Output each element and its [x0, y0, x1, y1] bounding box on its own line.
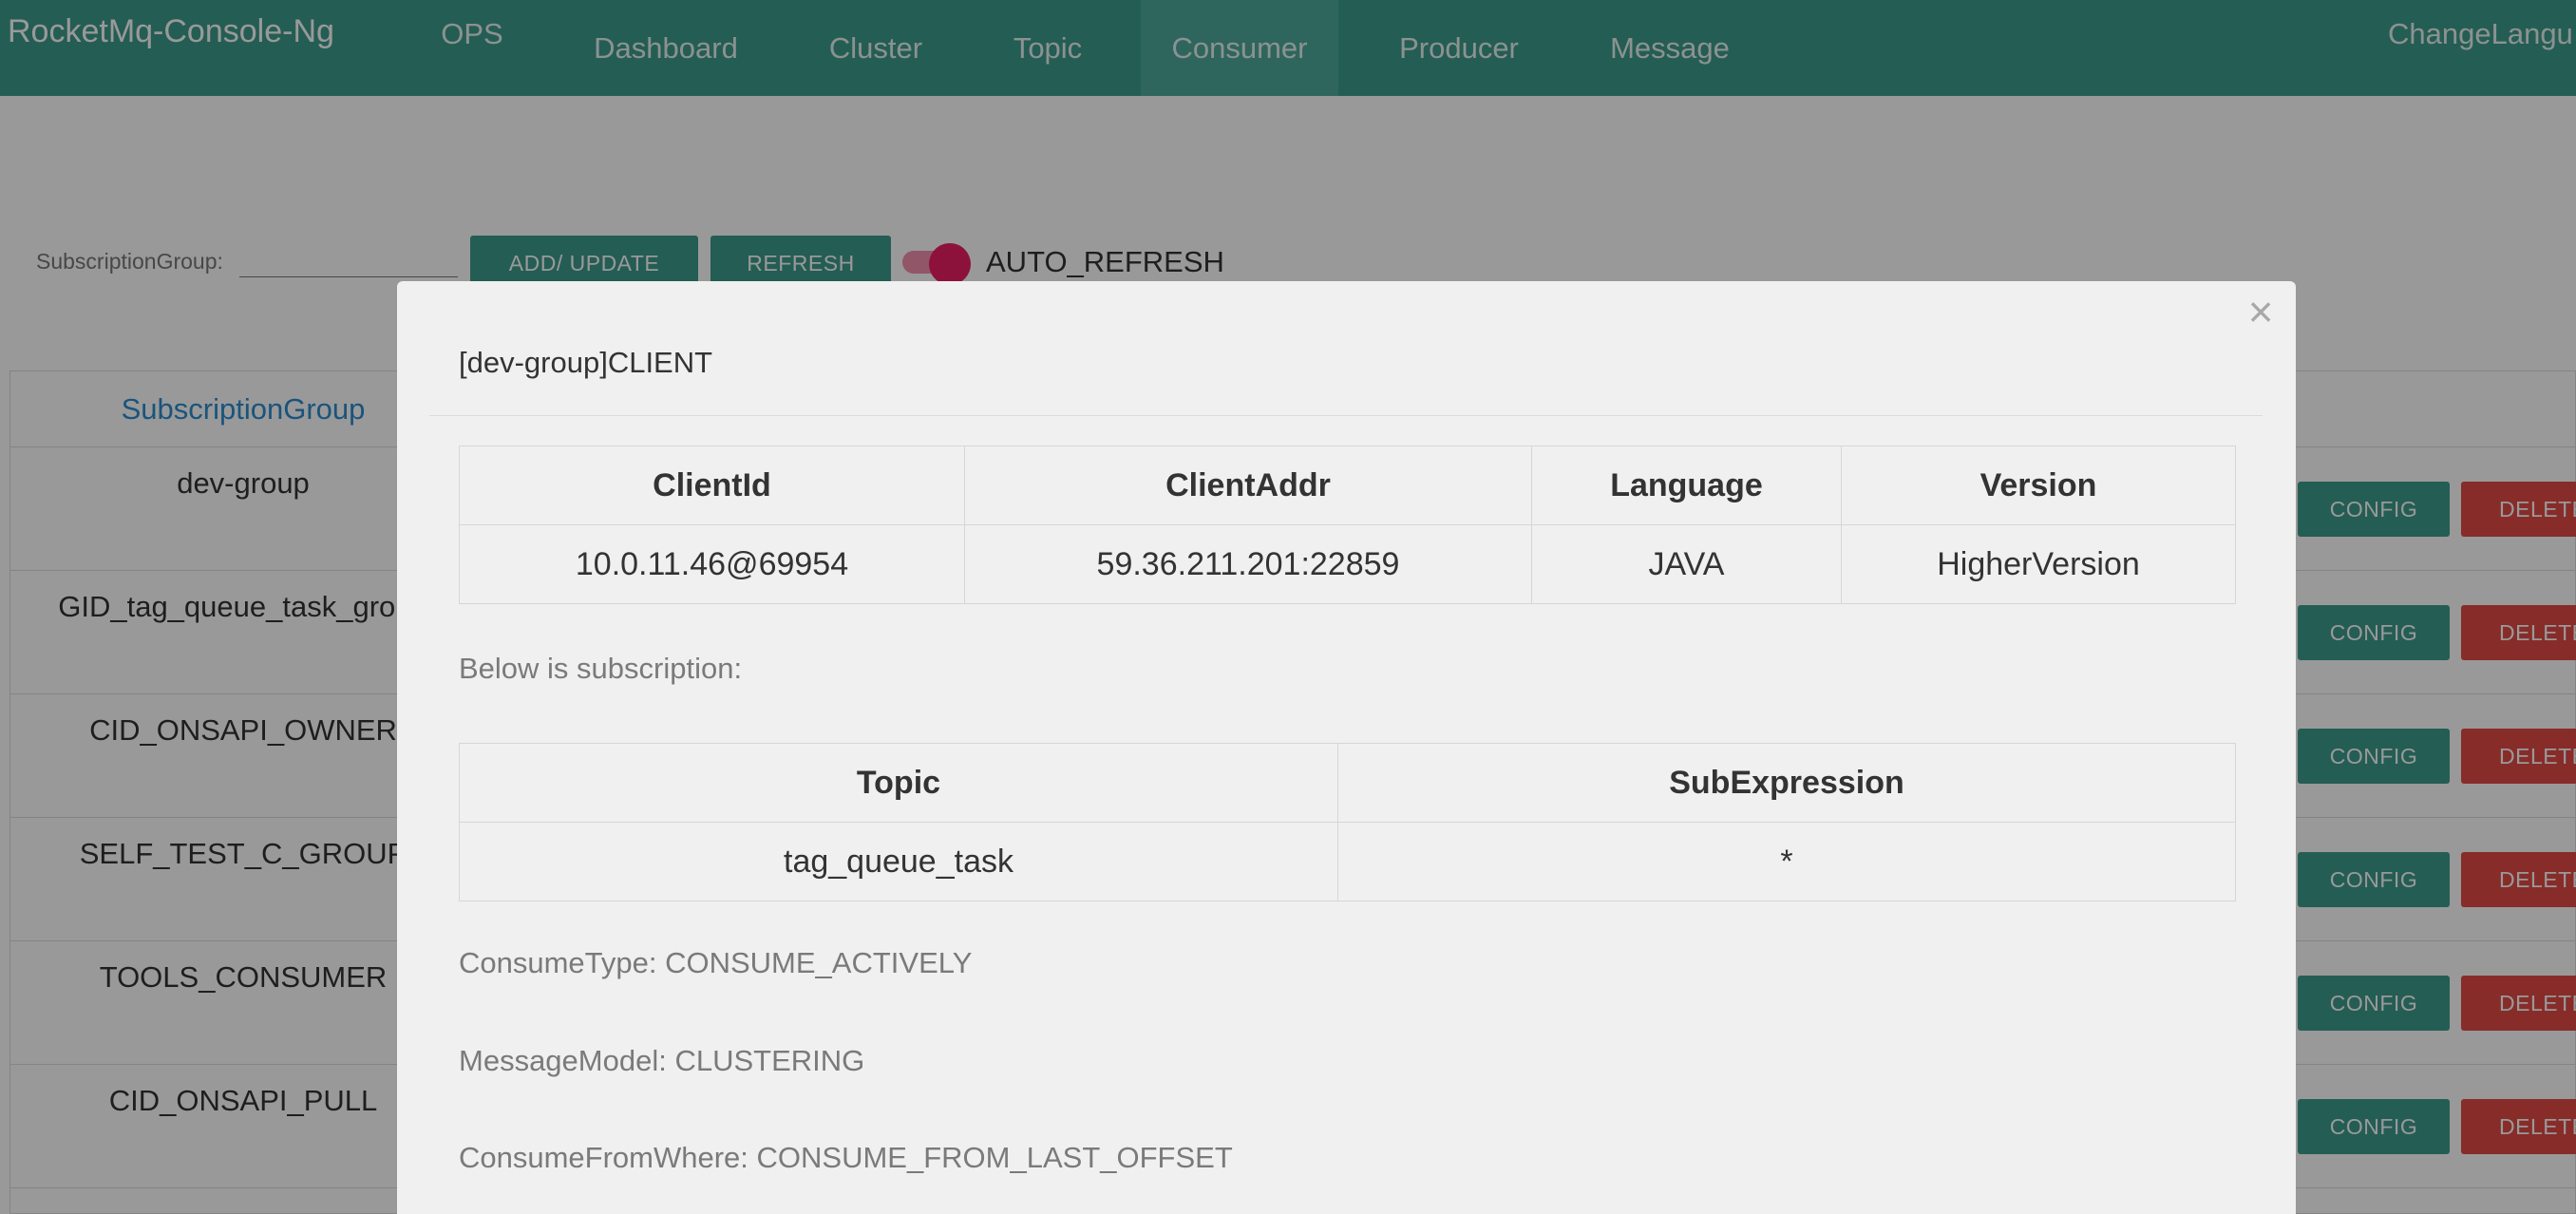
- client-dialog: × [dev-group]CLIENT ClientId ClientAddr …: [397, 281, 2296, 1214]
- client-table-header: ClientId ClientAddr Language Version: [459, 446, 2236, 525]
- sub-expression-cell: *: [1337, 822, 2236, 901]
- language-cell: JAVA: [1531, 524, 1842, 604]
- subscription-intro: Below is subscription:: [459, 652, 743, 685]
- client-id-header: ClientId: [459, 446, 965, 525]
- consume-from-where-text: ConsumeFromWhere: CONSUME_FROM_LAST_OFFS…: [459, 1141, 1233, 1174]
- table-row: tag_queue_task *: [459, 822, 2236, 901]
- subscription-table: Topic SubExpression tag_queue_task *: [459, 743, 2236, 901]
- client-addr-cell: 59.36.211.201:22859: [964, 524, 1532, 604]
- topic-header: Topic: [459, 743, 1338, 823]
- client-addr-header: ClientAddr: [964, 446, 1532, 525]
- consume-type-text: ConsumeType: CONSUME_ACTIVELY: [459, 946, 973, 979]
- dialog-divider: [429, 415, 2263, 416]
- sub-expression-header: SubExpression: [1337, 743, 2236, 823]
- table-row: 10.0.11.46@69954 59.36.211.201:22859 JAV…: [459, 524, 2236, 604]
- client-id-cell: 10.0.11.46@69954: [459, 524, 965, 604]
- subscription-table-header: Topic SubExpression: [459, 743, 2236, 823]
- close-icon[interactable]: ×: [2240, 287, 2282, 336]
- dialog-title: [dev-group]CLIENT: [459, 346, 713, 379]
- topic-cell: tag_queue_task: [459, 822, 1338, 901]
- version-cell: HigherVersion: [1841, 524, 2236, 604]
- language-header: Language: [1531, 446, 1842, 525]
- client-table: ClientId ClientAddr Language Version 10.…: [459, 446, 2236, 604]
- message-model-text: MessageModel: CLUSTERING: [459, 1044, 865, 1077]
- version-header: Version: [1841, 446, 2236, 525]
